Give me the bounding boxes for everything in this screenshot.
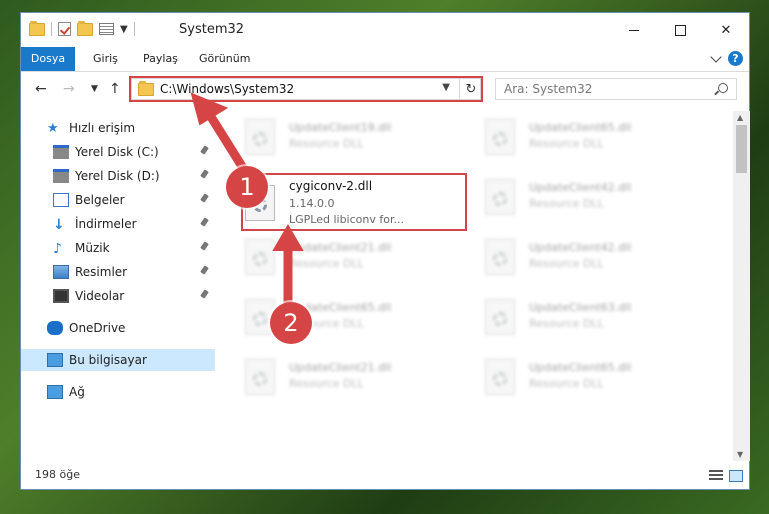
- step-1-badge: 1: [226, 166, 268, 208]
- step-2-badge: 2: [270, 302, 312, 344]
- annotation-arrows: [190, 92, 304, 311]
